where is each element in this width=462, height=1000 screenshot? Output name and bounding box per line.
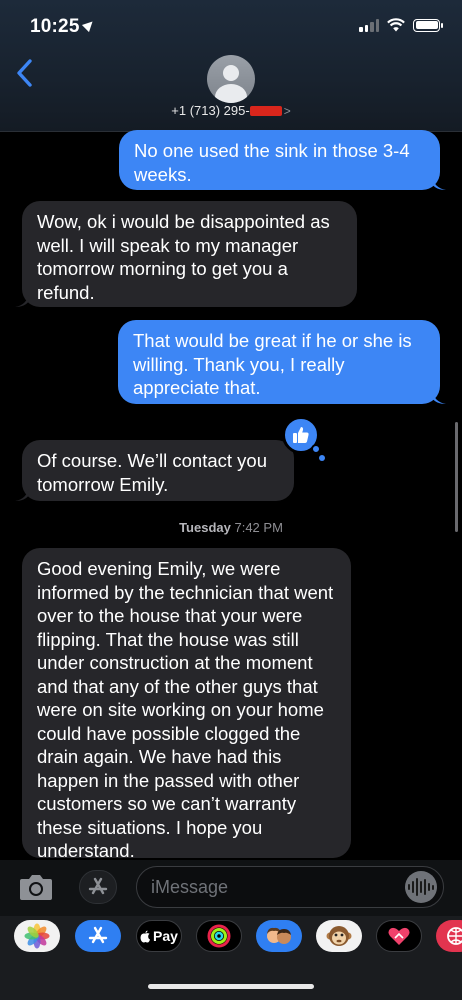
activity-app-button[interactable] <box>196 920 242 952</box>
bubble-tail <box>15 293 29 307</box>
message-bubble-received[interactable]: Of course. We’ll contact you tomorrow Em… <box>22 440 294 501</box>
contact-name[interactable]: +1 (713) 295- > <box>0 103 462 118</box>
apple-pay-icon: Pay <box>140 928 178 944</box>
web-search-icon <box>447 927 462 945</box>
app-store-app-button[interactable] <box>75 920 121 952</box>
web-search-app-button[interactable] <box>436 920 462 952</box>
scroll-indicator[interactable] <box>455 422 458 532</box>
audio-message-icon[interactable] <box>405 871 437 903</box>
cellular-signal-icon <box>359 18 379 32</box>
tapback-tail <box>311 444 321 454</box>
message-bubble-received[interactable]: Wow, ok i would be disappointed as well.… <box>22 201 357 307</box>
home-indicator[interactable] <box>148 984 314 989</box>
chevron-right-icon: > <box>283 104 291 118</box>
activity-icon <box>207 924 231 948</box>
apple-pay-button[interactable]: Pay <box>136 920 182 952</box>
bubble-tail <box>432 390 446 404</box>
battery-icon <box>413 18 443 32</box>
bubble-tail <box>432 176 446 190</box>
animoji-app-button[interactable] <box>316 920 362 952</box>
memoji-icon <box>267 927 291 944</box>
message-timestamp: Tuesday 7:42 PM <box>179 520 283 535</box>
contact-avatar[interactable] <box>207 55 255 103</box>
app-store-icon <box>88 877 108 895</box>
camera-icon[interactable] <box>18 872 54 902</box>
app-store-button[interactable] <box>79 870 117 904</box>
bubble-tail <box>15 487 29 501</box>
status-icons <box>359 18 443 32</box>
photos-icon <box>24 923 50 949</box>
message-bubble-received[interactable]: Good evening Emily, we were informed by … <box>22 548 351 861</box>
location-arrow-icon <box>81 17 96 33</box>
photos-app-button[interactable] <box>14 920 60 952</box>
message-bubble-sent[interactable]: That would be great if he or she is will… <box>118 320 440 404</box>
back-chevron-icon[interactable] <box>10 56 40 90</box>
wifi-icon <box>387 18 405 32</box>
digital-touch-icon <box>388 927 410 945</box>
tapback-tail <box>319 455 325 461</box>
digital-touch-app-button[interactable] <box>376 920 422 952</box>
status-time: 10:25 <box>30 16 96 38</box>
app-store-icon <box>88 926 108 944</box>
memoji-app-button[interactable] <box>256 920 302 952</box>
message-input[interactable]: iMessage <box>136 866 444 908</box>
message-bubble-sent[interactable]: No one used the sink in those 3-4 weeks. <box>119 130 440 190</box>
redaction-mark <box>249 106 282 116</box>
animoji-monkey-icon <box>326 926 352 946</box>
message-input-placeholder: iMessage <box>151 877 229 897</box>
